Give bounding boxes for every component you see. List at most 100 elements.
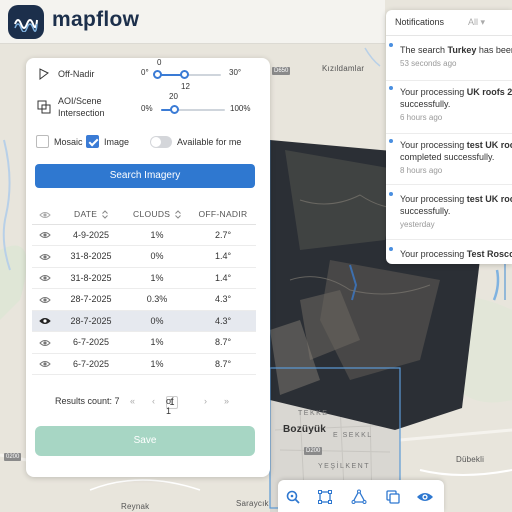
map-toolbar — [278, 480, 444, 512]
map-label-yesilkent: YEŞİLKENT — [318, 463, 371, 470]
table-row[interactable]: 6-7-2025 1% 8.7° — [32, 353, 256, 375]
row-clouds: 0% — [124, 310, 190, 332]
last-page-icon[interactable]: » — [224, 396, 229, 406]
search-zoom-icon[interactable] — [284, 488, 302, 506]
unread-dot — [389, 139, 393, 143]
table-row[interactable]: 31-8-2025 0% 1.4° — [32, 245, 256, 268]
row-clouds: 0% — [124, 245, 190, 268]
row-off-nadir: 4.3° — [190, 310, 256, 332]
row-clouds: 1% — [124, 353, 190, 375]
eye-icon[interactable] — [32, 288, 58, 311]
aoi-min-label: 0% — [141, 104, 153, 113]
row-clouds: 0.3% — [124, 288, 190, 311]
table-row[interactable]: 28-7-2025 0.3% 4.3° — [32, 288, 256, 311]
first-page-icon[interactable]: « — [130, 396, 135, 406]
aoi-max-label: 100% — [230, 104, 251, 113]
eye-icon[interactable] — [32, 310, 58, 332]
table-row-selected[interactable]: 28-7-2025 0% 4.3° — [32, 310, 256, 332]
row-off-nadir: 4.3° — [190, 288, 256, 311]
prev-page-icon[interactable]: ‹ — [152, 396, 155, 406]
off-nadir-high-value: 12 — [181, 82, 190, 91]
eye-icon[interactable] — [32, 245, 58, 268]
notification-message: Your processing UK roofs 2 successfully. — [400, 87, 512, 109]
map-label-kizildamlar: Kızıldamlar — [322, 64, 365, 73]
row-date: 6-7-2025 — [58, 331, 124, 354]
table-row[interactable]: 4-9-2025 1% 2.7° — [32, 224, 256, 246]
available-toggle[interactable] — [150, 135, 172, 148]
draw-vector-icon[interactable] — [350, 488, 368, 506]
eye-icon[interactable] — [416, 488, 434, 506]
notification-item[interactable]: Your processing test UK roo successfully.… — [386, 186, 512, 240]
row-clouds: 1% — [124, 267, 190, 289]
map-label-bozuyuk: Bozüyük — [283, 424, 327, 435]
imagery-search-panel: Off-Nadir 0° 0 12 30° AOI/Scene Intersec… — [26, 58, 270, 477]
unread-dot — [389, 192, 393, 196]
clouds-header-label: CLOUDS — [133, 208, 171, 219]
layers-icon[interactable] — [384, 488, 402, 506]
notification-item[interactable]: The search Turkey has been 53 seconds ag… — [386, 37, 512, 81]
notification-message: Your processing test UK roo completed suc… — [400, 140, 512, 162]
unread-dot — [389, 86, 393, 90]
off-nadir-column-header[interactable]: OFF-NADIR — [190, 204, 256, 225]
aoi-label-line1: AOI/Scene — [58, 96, 102, 106]
image-filter[interactable]: Image — [86, 133, 129, 151]
sort-icon — [175, 210, 181, 219]
aoi-label-line2: Intersection — [58, 108, 105, 118]
row-date: 4-9-2025 — [58, 224, 124, 246]
road-badge-d200: D200 — [304, 447, 323, 455]
eye-icon[interactable] — [32, 353, 58, 375]
clouds-column-header[interactable]: CLOUDS — [124, 204, 190, 225]
page-of-label: of 1 — [166, 396, 174, 416]
available-filter[interactable]: Available for me — [150, 133, 241, 151]
table-row[interactable]: 31-8-2025 1% 1.4° — [32, 267, 256, 289]
off-nadir-label: Off-Nadir — [58, 69, 95, 79]
notification-time: 6 hours ago — [400, 113, 443, 122]
mapflow-logo-icon[interactable] — [8, 5, 44, 39]
mosaic-checkbox[interactable] — [36, 135, 49, 149]
results-count: Results count: 7 — [55, 396, 120, 406]
row-date: 28-7-2025 — [58, 310, 124, 332]
eye-icon[interactable] — [32, 267, 58, 289]
notification-item[interactable]: Your processing UK roofs 2 successfully. … — [386, 82, 512, 134]
road-badge-0200: 0200 — [4, 453, 22, 461]
unread-dot — [389, 43, 393, 47]
visibility-column-header — [32, 204, 58, 225]
row-date: 31-8-2025 — [58, 245, 124, 268]
date-header-label: DATE — [74, 208, 98, 219]
image-checkbox[interactable] — [86, 135, 99, 149]
notifications-header: Notifications All ▾ — [386, 10, 512, 36]
row-off-nadir: 2.7° — [190, 224, 256, 246]
aoi-slider-handle[interactable] — [170, 105, 179, 114]
notification-time: 8 hours ago — [400, 166, 443, 175]
notifications-filter-value: All — [468, 17, 479, 27]
search-imagery-button[interactable]: Search Imagery — [35, 164, 255, 188]
notifications-filter-select[interactable]: All ▾ — [468, 17, 485, 28]
table-row[interactable]: 6-7-2025 1% 8.7° — [32, 331, 256, 354]
off-nadir-min-label: 0° — [141, 68, 149, 77]
off-nadir-low-handle[interactable] — [153, 70, 162, 79]
map-label-saraycik: Saraycık — [236, 499, 269, 508]
unread-dot — [389, 247, 393, 251]
results-table: DATE CLOUDS OFF-NADIR 4-9-2025 1% 2.7° 3… — [32, 204, 256, 375]
off-nadir-low-value: 0 — [157, 58, 162, 67]
row-clouds: 1% — [124, 224, 190, 246]
notifications-title: Notifications — [395, 17, 445, 27]
notification-message: The search Turkey has been — [400, 45, 512, 55]
row-date: 28-7-2025 — [58, 288, 124, 311]
polygon-select-icon[interactable] — [316, 488, 334, 506]
save-button[interactable]: Save — [35, 426, 255, 456]
mosaic-filter[interactable]: Mosaic — [36, 133, 83, 151]
eye-icon[interactable] — [32, 224, 58, 246]
next-page-icon[interactable]: › — [204, 396, 207, 406]
map-label-eskel: E SEKKL — [333, 432, 373, 439]
eye-icon[interactable] — [32, 331, 58, 354]
off-nadir-icon — [36, 66, 52, 82]
sort-icon — [102, 210, 108, 219]
row-date: 6-7-2025 — [58, 353, 124, 375]
map-label-tekke: TEKKE — [298, 410, 329, 417]
notification-item[interactable]: Your processing test UK roo completed suc… — [386, 135, 512, 185]
notification-item[interactable]: Your processing Test Roscos — [386, 241, 512, 264]
date-column-header[interactable]: DATE — [58, 204, 124, 225]
off-nadir-high-handle[interactable] — [180, 70, 189, 79]
app-name: mapflow — [52, 8, 140, 31]
